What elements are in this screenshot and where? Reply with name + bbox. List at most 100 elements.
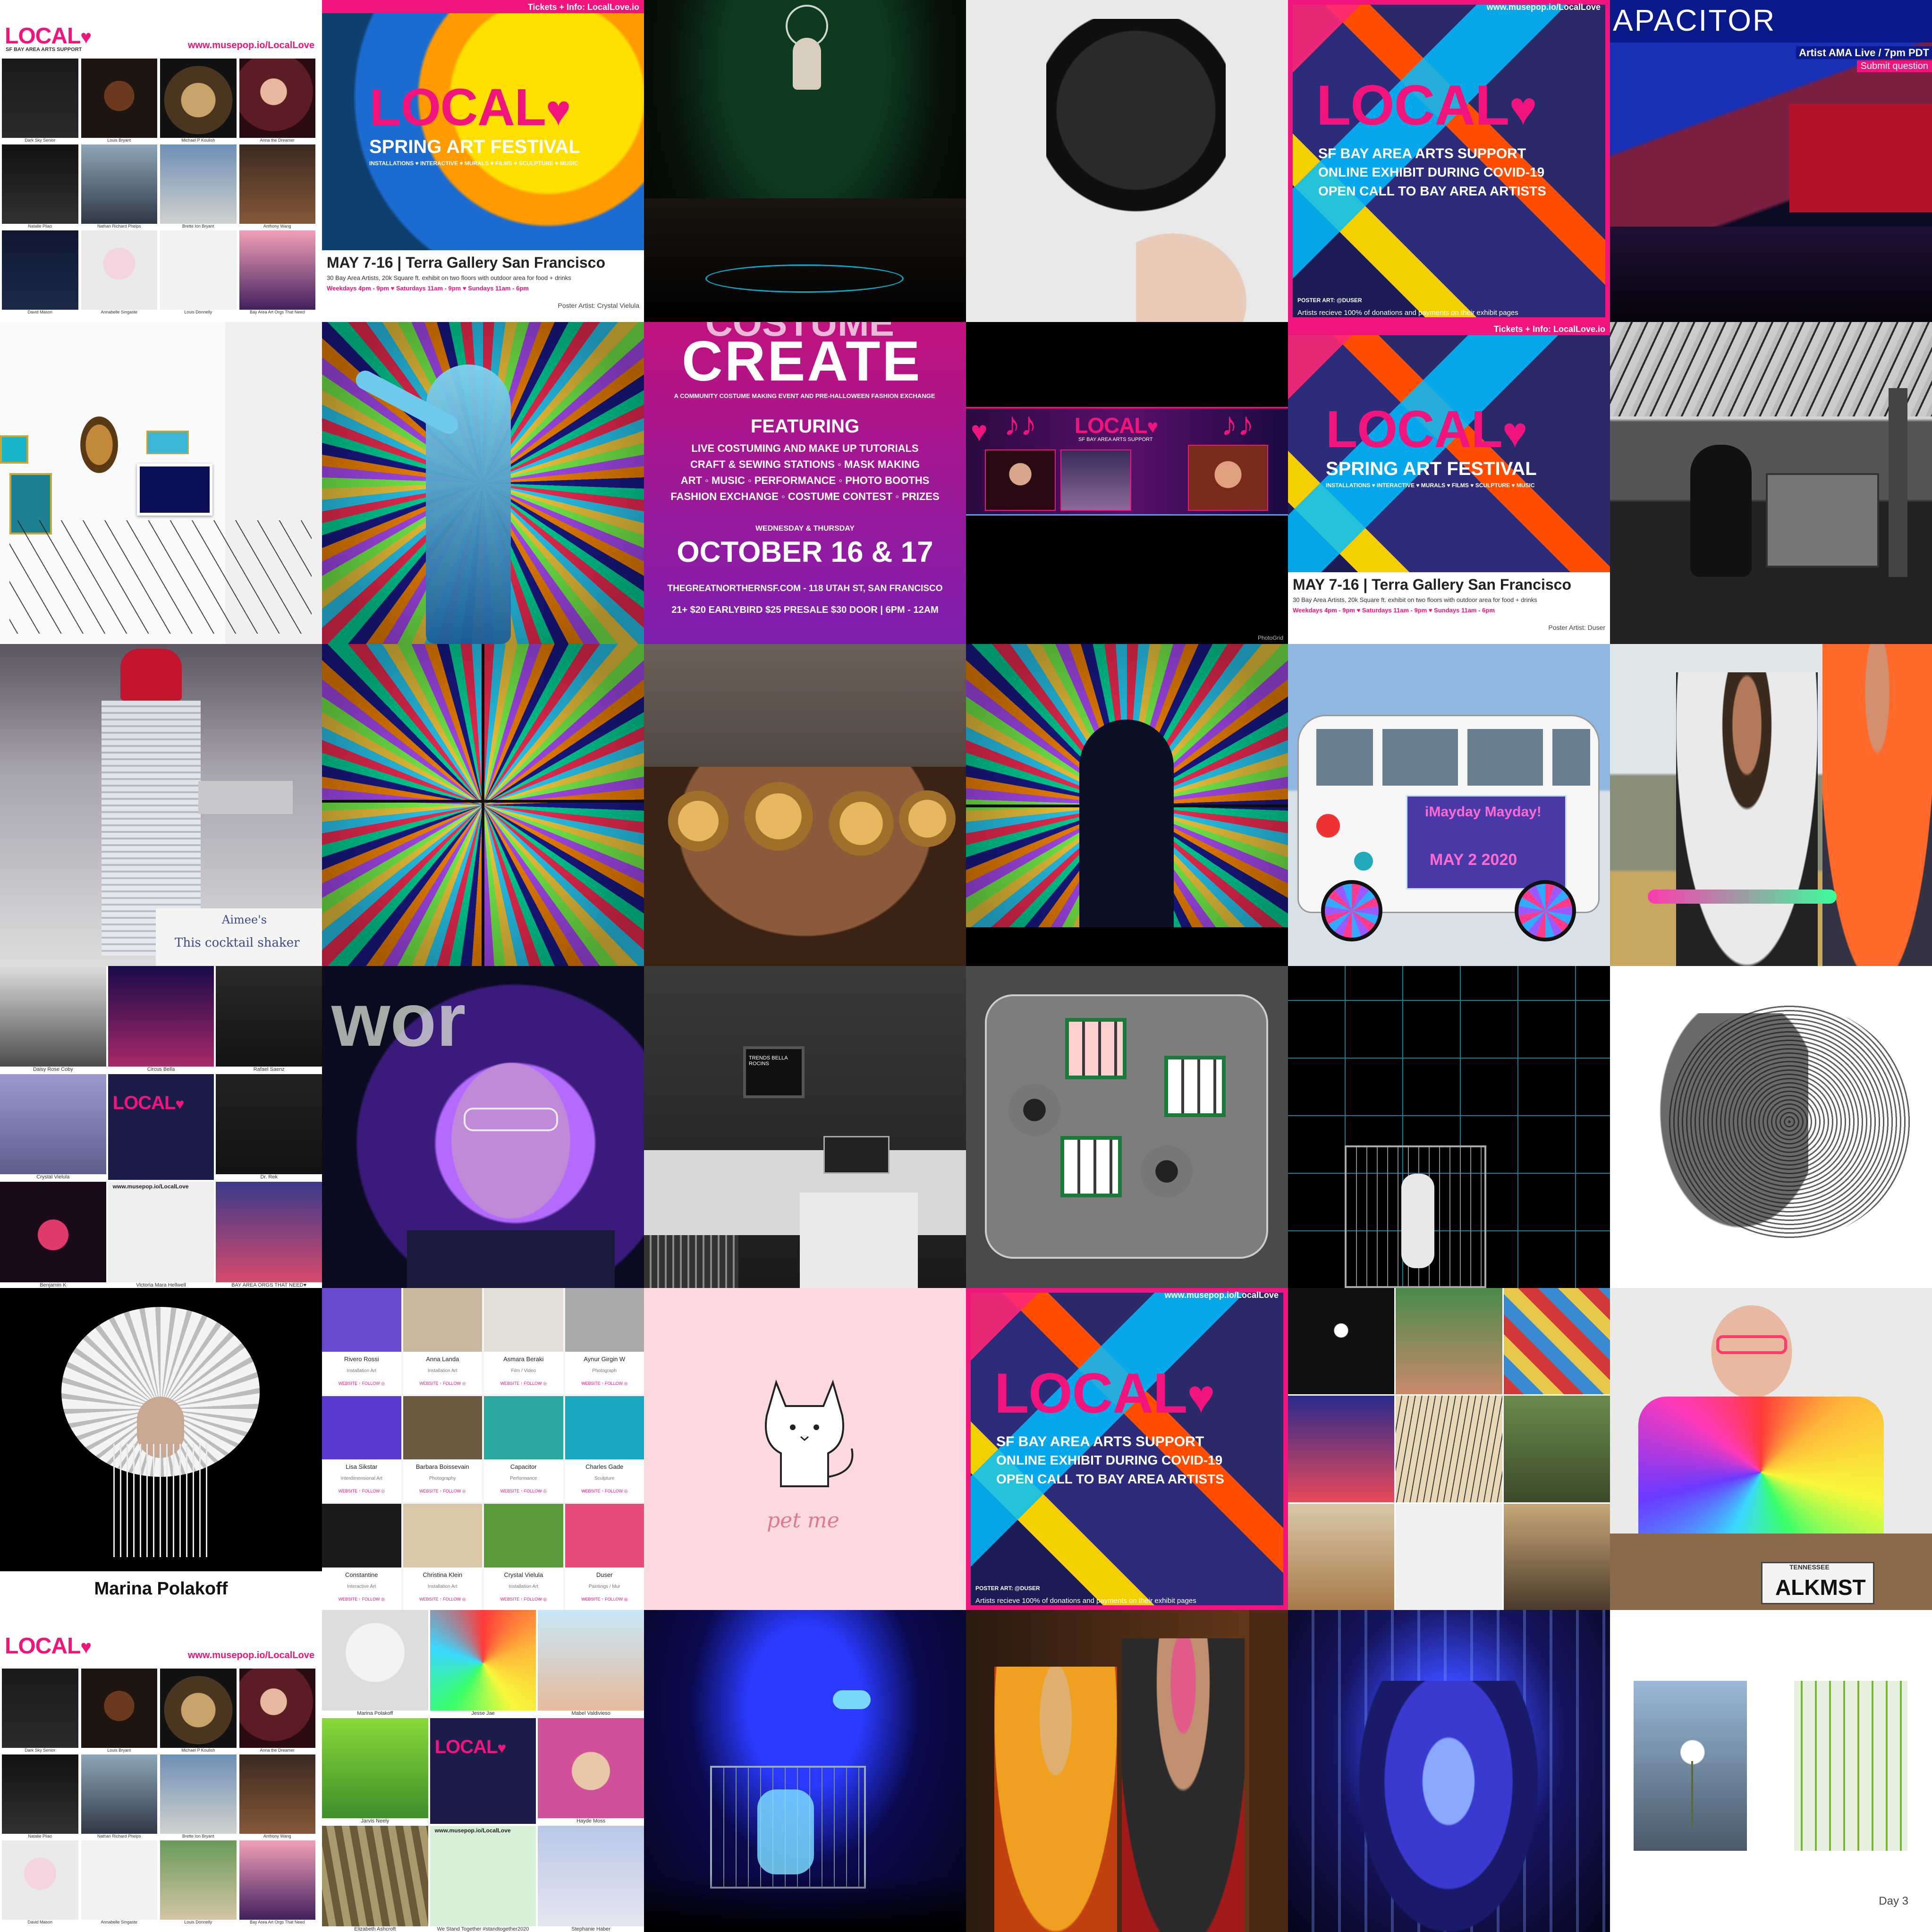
card-link[interactable]: WEBSITE ↑ FOLLOW ◎ bbox=[403, 1381, 483, 1386]
doorway bbox=[1249, 1610, 1288, 1932]
tile-woman-swirl bbox=[966, 644, 1288, 966]
tile-spring-festival-poster-yellow: Tickets + Info: LocalLove.io LOCAL♥ SPRI… bbox=[322, 0, 644, 322]
card-link[interactable]: WEBSITE ↑ FOLLOW ◎ bbox=[403, 1489, 483, 1493]
tile-snake-rings bbox=[644, 644, 966, 966]
vignette bbox=[322, 644, 644, 966]
easel-desk bbox=[1766, 473, 1879, 568]
artist-card[interactable]: Rivero Rossi Installation Art WEBSITE ↑ FO… bbox=[322, 1288, 401, 1394]
festival-dates: MAY 7-16 | Terra Gallery San Francisco bbox=[327, 254, 605, 271]
url-label: www.musepop.io/LocalLove bbox=[112, 1183, 189, 1190]
thumb: Jesse Jae bbox=[430, 1610, 536, 1716]
logo-local: LOCAL♥ bbox=[5, 1634, 92, 1659]
ring bbox=[738, 776, 819, 856]
artist-card[interactable]: Aynur Girgin W Photograph WEBSITE ↑ FOLLOW… bbox=[565, 1288, 644, 1394]
bottom-note: Artists recieve 100% of donations and pa… bbox=[1297, 309, 1518, 317]
card-link[interactable]: WEBSITE ↑ FOLLOW ◎ bbox=[565, 1381, 644, 1386]
photo-collage: LOCAL♥ SF BAY AREA ARTS SUPPORT www.muse… bbox=[0, 0, 1932, 1932]
card-name: Charles Gade bbox=[585, 1463, 624, 1471]
artist-card[interactable]: Lisa Sikstar Interdimensional Art WEBSITE … bbox=[322, 1396, 401, 1502]
headline-1: SF BAY AREA ARTS SUPPORT bbox=[1318, 146, 1526, 161]
artist-card[interactable]: Crystal Vielula Installation Art WEBSITE ↑… bbox=[484, 1504, 563, 1610]
headline-3: OPEN CALL TO BAY AREA ARTISTS bbox=[1318, 184, 1546, 198]
tile-covid-exhibit-poster: www.musepop.io/LocalLove LOCAL♥ SF BAY A… bbox=[1288, 0, 1610, 322]
button-pad bbox=[1164, 1056, 1226, 1117]
card-link[interactable]: WEBSITE ↑ FOLLOW ◎ bbox=[484, 1381, 563, 1386]
thumb: Rafael Saenz bbox=[216, 966, 322, 1072]
card-link[interactable]: WEBSITE ↑ FOLLOW ◎ bbox=[322, 1381, 401, 1386]
card-role: Paintings / Mur bbox=[588, 1584, 620, 1590]
feature-item: LIVE COSTUMING AND MAKE UP TUTORIALS bbox=[691, 442, 919, 454]
monitor bbox=[743, 1046, 805, 1098]
artist-figure bbox=[1690, 445, 1752, 577]
artist-card[interactable]: Barbara Boissevain Photography WEBSITE ↑ F… bbox=[403, 1396, 483, 1502]
button-pad bbox=[1065, 1018, 1127, 1079]
grass-photo bbox=[1794, 1681, 1907, 1851]
thumb: Anthony Wang bbox=[239, 1754, 315, 1839]
thumb: Marina Polakoff bbox=[322, 1610, 428, 1716]
logo-local: LOCAL♥ bbox=[1326, 400, 1528, 458]
thumb: Brette Ion Bryant bbox=[160, 144, 237, 229]
artist-card[interactable]: Duser Paintings / Mur WEBSITE ↑ FOLLOW ◎ bbox=[565, 1504, 644, 1610]
day-label: Day 3 bbox=[1879, 1895, 1908, 1907]
event-sign-title: iMayday Mayday! bbox=[1425, 804, 1542, 820]
artist-card[interactable]: Charles Gade Sculpture WEBSITE ↑ FOLLOW ◎ bbox=[565, 1396, 644, 1502]
tile-polka-dot-van: iMayday Mayday! MAY 2 2020 bbox=[1288, 644, 1610, 966]
painting bbox=[0, 435, 28, 464]
tile-artist-grid-3x3-second: Marina Polakoff Jesse Jae Mabel Valdivie… bbox=[322, 1610, 644, 1932]
artist-thumb-grid: Marina Polakoff Jesse Jae Mabel Valdivie… bbox=[322, 1610, 644, 1932]
artist-thumb-grid: Dark Sky Senior Louis Bryant Michael P K… bbox=[2, 59, 315, 314]
sculpture bbox=[1359, 1681, 1538, 1932]
card-link[interactable]: WEBSITE ↑ FOLLOW ◎ bbox=[565, 1597, 644, 1602]
artist-card[interactable]: Christina Klein Installation Art WEBSITE ↑… bbox=[403, 1504, 483, 1610]
tile-light-swirl bbox=[322, 644, 644, 966]
musician-photo bbox=[1188, 445, 1268, 511]
card-link[interactable]: WEBSITE ↑ FOLLOW ◎ bbox=[565, 1489, 644, 1493]
artist-card[interactable]: Constantine Interactive Art WEBSITE ↑ FOLL… bbox=[322, 1504, 401, 1610]
thumb: Louis Bryant bbox=[81, 59, 157, 143]
tree-branches bbox=[1667, 1004, 1912, 1240]
tile-cocktail-shaker: Aimee's This cocktail shaker bbox=[0, 644, 322, 966]
festival-title: SPRING ART FESTIVAL bbox=[369, 136, 580, 157]
directory-grid: Rivero Rossi Installation Art WEBSITE ↑ FO… bbox=[322, 1288, 644, 1610]
collage-piece bbox=[1396, 1396, 1502, 1502]
card-role: Performance bbox=[510, 1476, 537, 1482]
musician-photo bbox=[985, 449, 1056, 511]
tile-spring-festival-poster-abstract: Tickets + Info: LocalLove.io LOCAL♥ SPRI… bbox=[1288, 322, 1610, 644]
headpiece bbox=[1046, 19, 1226, 222]
musician-photo bbox=[1060, 449, 1131, 511]
van-window bbox=[1467, 729, 1543, 786]
submit-question-button[interactable]: Submit question bbox=[1856, 60, 1932, 72]
collage-piece bbox=[1288, 1503, 1395, 1610]
plate-state: TENNESSEE bbox=[1789, 1563, 1830, 1571]
card-link[interactable]: WEBSITE ↑ FOLLOW ◎ bbox=[322, 1597, 401, 1602]
card-link[interactable]: WEBSITE ↑ FOLLOW ◎ bbox=[484, 1489, 563, 1493]
polka-dot bbox=[1354, 852, 1373, 871]
figure-right bbox=[1122, 1638, 1245, 1932]
artist-card[interactable]: Asmara Beraki Film / Video WEBSITE ↑ FOLLO… bbox=[484, 1288, 563, 1394]
stage-curtain bbox=[1789, 104, 1932, 212]
card-role: Photograph bbox=[592, 1368, 617, 1373]
card-link[interactable]: WEBSITE ↑ FOLLOW ◎ bbox=[403, 1597, 483, 1602]
artist-card[interactable]: Anna Landa Installation Art WEBSITE ↑ FOLL… bbox=[403, 1288, 483, 1394]
card-name: Barbara Boissevain bbox=[415, 1463, 469, 1471]
music-note-icon: ♪♪ bbox=[1221, 406, 1254, 442]
thumb: Natalie Pliao bbox=[2, 144, 78, 229]
card-link[interactable]: WEBSITE ↑ FOLLOW ◎ bbox=[484, 1597, 563, 1602]
wheel bbox=[1321, 880, 1382, 941]
card-role: Sculpture bbox=[594, 1476, 615, 1482]
collage-piece bbox=[1288, 1288, 1395, 1395]
thumb: Louis Donnelly bbox=[160, 230, 237, 314]
festival-dates: MAY 7-16 | Terra Gallery San Francisco bbox=[1293, 576, 1571, 593]
dandelion-photo bbox=[1634, 1681, 1747, 1851]
tile-blue-sculpture bbox=[1288, 1610, 1610, 1932]
thumb: www.musepop.io/LocalLove Victoria Mara H… bbox=[108, 1182, 214, 1288]
card-link[interactable]: WEBSITE ↑ FOLLOW ◎ bbox=[322, 1489, 401, 1493]
thumb: Circus Bella bbox=[108, 966, 214, 1072]
thumb: Daisy Rose Coby bbox=[0, 966, 106, 1072]
van-window bbox=[1316, 729, 1373, 786]
tile-smiling-woman bbox=[1610, 644, 1932, 966]
logo-subtitle: SF BAY AREA ARTS SUPPORT bbox=[6, 47, 82, 52]
thumb: Anna the Dreamer bbox=[239, 59, 315, 143]
music-note-icon: ♪♪ bbox=[1004, 406, 1037, 442]
artist-card[interactable]: Capacitor Performance WEBSITE ↑ FOLLOW ◎ bbox=[484, 1396, 563, 1502]
